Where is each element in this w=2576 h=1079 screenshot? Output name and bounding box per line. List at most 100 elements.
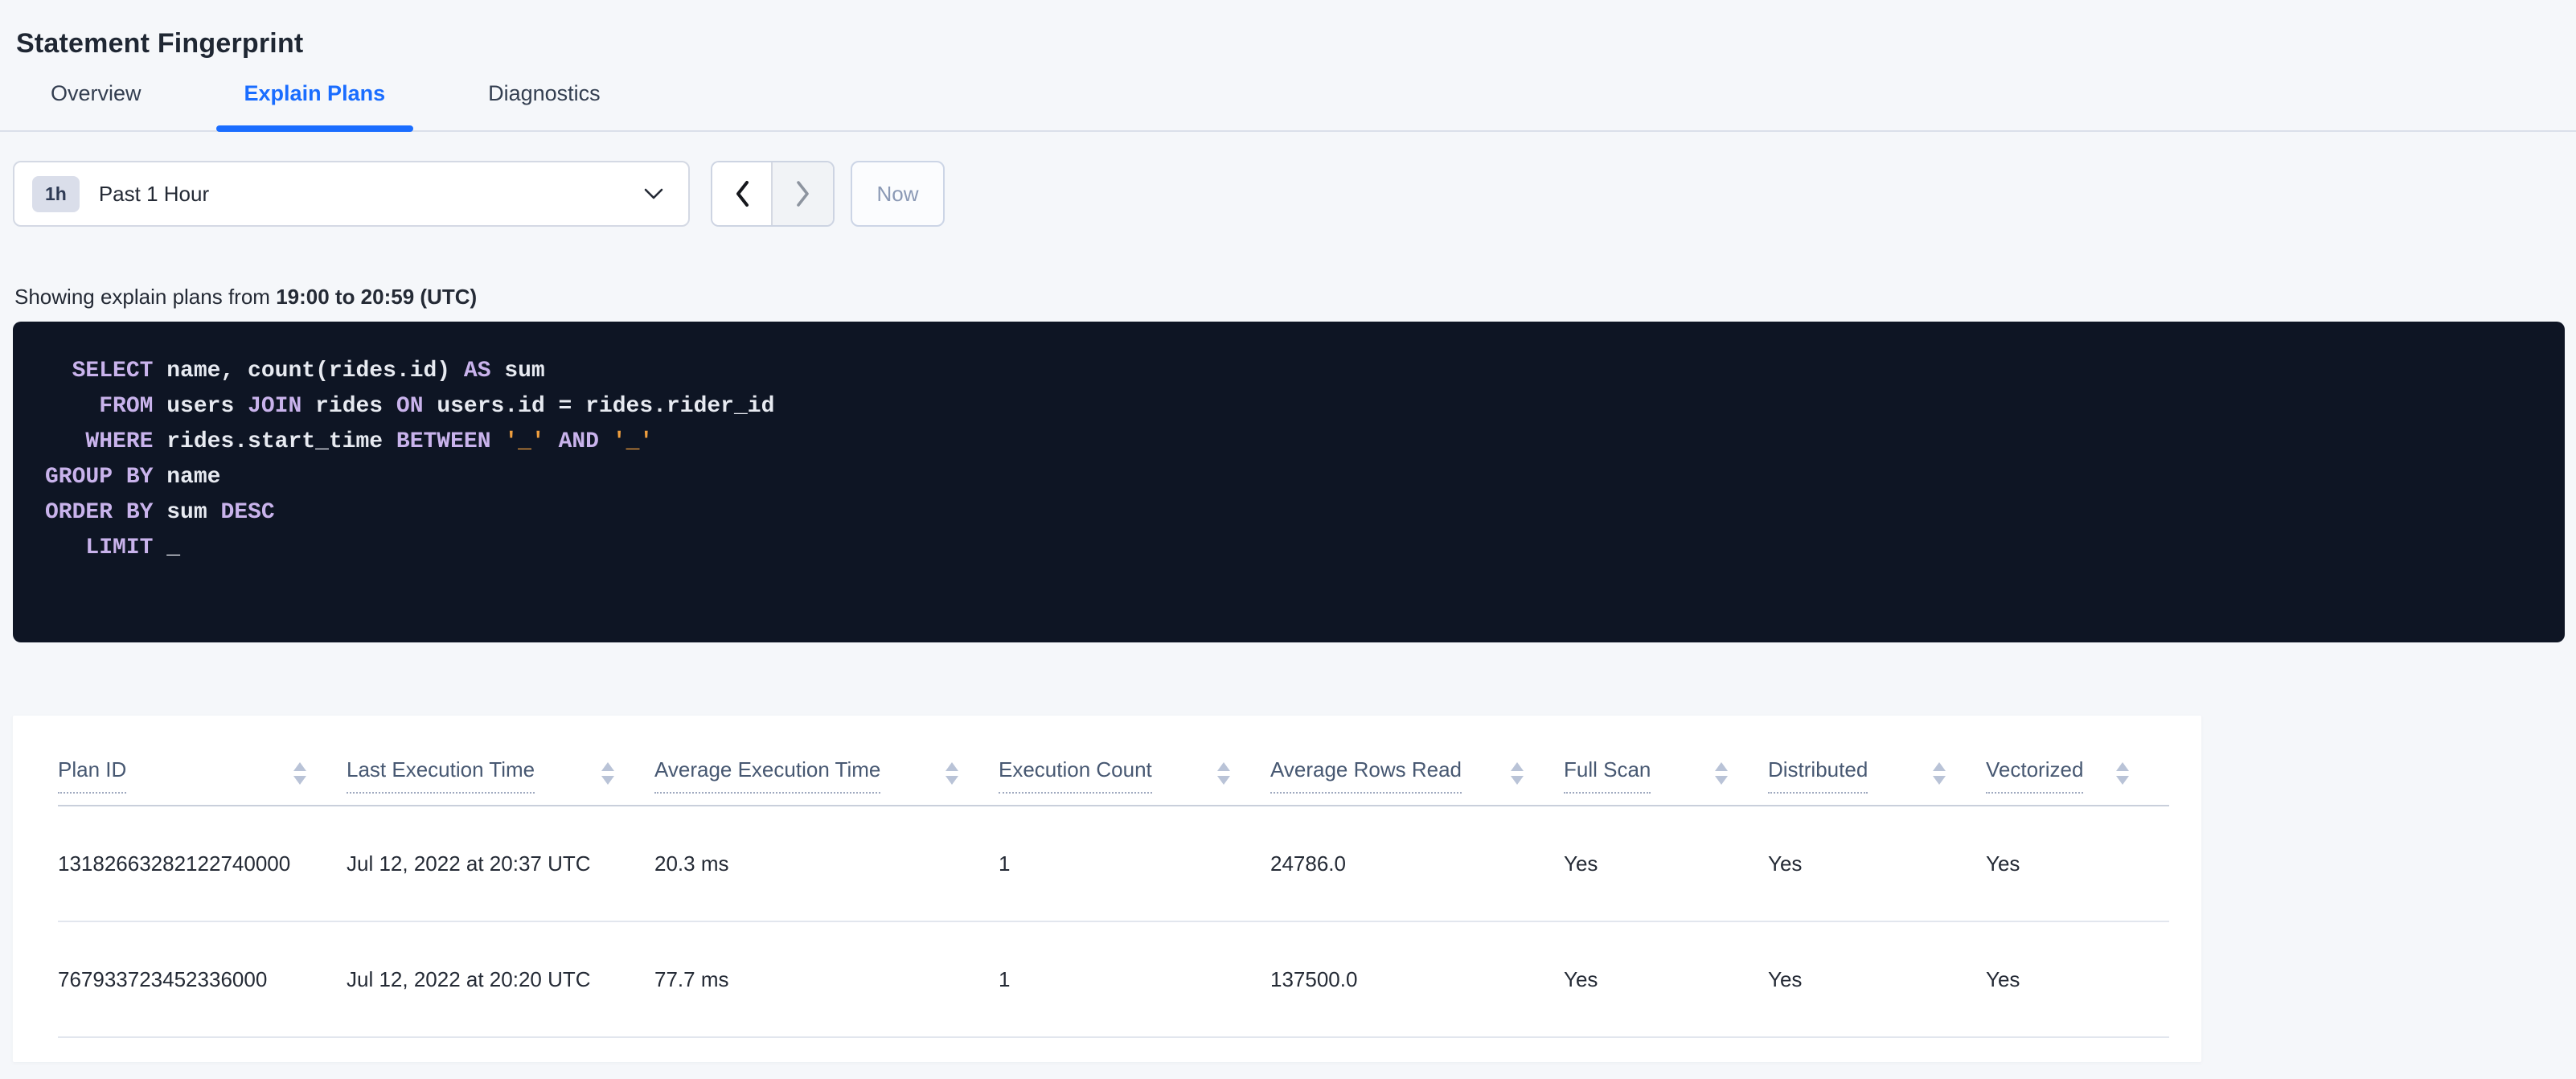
cell-execution-count: 1 [999,966,1011,991]
cell-full-scan: Yes [1564,851,1598,876]
column-header-full-scan[interactable]: Full Scan [1564,757,1768,805]
sort-icon[interactable] [1933,762,1946,785]
column-header-label: Last Execution Time [347,757,535,794]
sort-up-arrow-icon [2116,762,2129,771]
column-header-label: Execution Count [999,757,1152,794]
cell-plan-id: 767933723452336000 [58,966,268,991]
cell-plan-id: 13182663282122740000 [58,851,291,876]
column-header-label: Average Rows Read [1270,757,1462,794]
sort-icon[interactable] [601,762,614,785]
sql-keyword: ON [396,394,424,419]
sort-icon[interactable] [293,762,306,785]
sort-down-arrow-icon [293,776,306,785]
sort-icon[interactable] [1715,762,1728,785]
sort-icon[interactable] [2116,762,2129,785]
cell-vectorized: Yes [1986,851,2020,876]
previous-timeframe-button[interactable] [712,162,773,225]
column-header-average-rows-read[interactable]: Average Rows Read [1270,757,1564,805]
sort-up-arrow-icon [1511,762,1524,771]
sql-text: rides [301,394,396,419]
sql-keyword: DESC [220,500,275,525]
sql-statement-text: SELECT name, count(rides.id) AS sum FROM… [45,354,2533,566]
tab-list: Overview Explain Plans Diagnostics [23,81,629,132]
sort-icon[interactable] [1511,762,1524,785]
tab-explain-plans[interactable]: Explain Plans [215,81,414,132]
sql-string-literal: '_' [504,429,545,454]
cell-vectorized: Yes [1986,966,2020,991]
explain-plans-table-card: Plan ID Last Execution Time Average Execut… [13,716,2201,1062]
now-button[interactable]: Now [851,161,945,227]
column-header-distributed[interactable]: Distributed [1768,757,1986,805]
chevron-down-icon [643,187,664,200]
time-step-button-group [711,161,835,227]
sql-keyword: AND [558,429,599,454]
sql-text: sum [490,359,545,384]
sql-text: rides.start_time [153,429,396,454]
cell-average-rows-read: 137500.0 [1270,966,1358,991]
column-header-plan-id[interactable]: Plan ID [58,757,347,805]
sql-text: users.id = rides.rider_id [423,394,775,419]
column-header-execution-count[interactable]: Execution Count [999,757,1270,805]
sort-up-arrow-icon [1933,762,1946,771]
sql-text: _ [153,535,181,560]
sql-text: name [153,465,221,490]
sql-statement-box: SELECT name, count(rides.id) AS sum FROM… [13,322,2565,642]
cell-average-rows-read: 24786.0 [1270,851,1346,876]
column-header-last-execution-time[interactable]: Last Execution Time [347,757,654,805]
sql-keyword: SELECT [72,359,154,384]
time-range-label: Past 1 Hour [98,181,210,206]
sort-down-arrow-icon [2116,776,2129,785]
sql-text: users [153,394,248,419]
tab-diagnostics[interactable]: Diagnostics [460,81,629,130]
sort-up-arrow-icon [945,762,958,771]
table-row: 13182663282122740000 Jul 12, 2022 at 20:3… [58,806,2169,922]
sql-keyword: LIMIT [85,535,154,560]
column-header-label: Average Execution Time [654,757,881,794]
sort-up-arrow-icon [1715,762,1728,771]
cell-distributed: Yes [1768,966,1803,991]
time-controls: 1h Past 1 Hour Now [13,161,945,227]
sql-keyword: FROM [99,394,154,419]
sort-down-arrow-icon [601,776,614,785]
sql-string-literal: '_' [612,429,654,454]
sort-icon[interactable] [945,762,958,785]
chevron-right-icon [794,178,813,209]
table-row: 767933723452336000 Jul 12, 2022 at 20:20 … [58,922,2169,1038]
next-timeframe-button[interactable] [773,162,833,225]
sql-text: name, count(rides.id) [153,359,464,384]
column-header-label: Vectorized [1986,757,2084,794]
status-line-prefix: Showing explain plans from [14,285,277,309]
column-header-label: Full Scan [1564,757,1651,794]
sort-up-arrow-icon [1217,762,1230,771]
time-range-dropdown[interactable]: 1h Past 1 Hour [13,161,690,227]
sort-down-arrow-icon [945,776,958,785]
column-header-average-execution-time[interactable]: Average Execution Time [654,757,999,805]
tab-overview[interactable]: Overview [23,81,170,130]
column-header-label: Plan ID [58,757,127,794]
sql-keyword: AS [463,359,491,384]
chevron-left-icon [732,178,752,209]
table-body: 13182663282122740000 Jul 12, 2022 at 20:3… [58,806,2169,1038]
cell-average-execution-time: 20.3 ms [654,851,729,876]
cell-full-scan: Yes [1564,966,1598,991]
cell-average-execution-time: 77.7 ms [654,966,729,991]
sql-keyword: JOIN [248,394,302,419]
sql-text: sum [153,500,221,525]
tab-bar: Overview Explain Plans Diagnostics [0,0,2576,132]
sort-down-arrow-icon [1715,776,1728,785]
time-range-badge: 1h [32,175,80,212]
sql-keyword: ORDER BY [45,500,154,525]
sort-up-arrow-icon [601,762,614,771]
sort-down-arrow-icon [1933,776,1946,785]
sort-icon[interactable] [1217,762,1230,785]
table-header-row: Plan ID Last Execution Time Average Execut… [58,716,2169,806]
column-header-vectorized[interactable]: Vectorized [1986,757,2169,805]
cell-last-execution-time: Jul 12, 2022 at 20:20 UTC [347,966,591,991]
